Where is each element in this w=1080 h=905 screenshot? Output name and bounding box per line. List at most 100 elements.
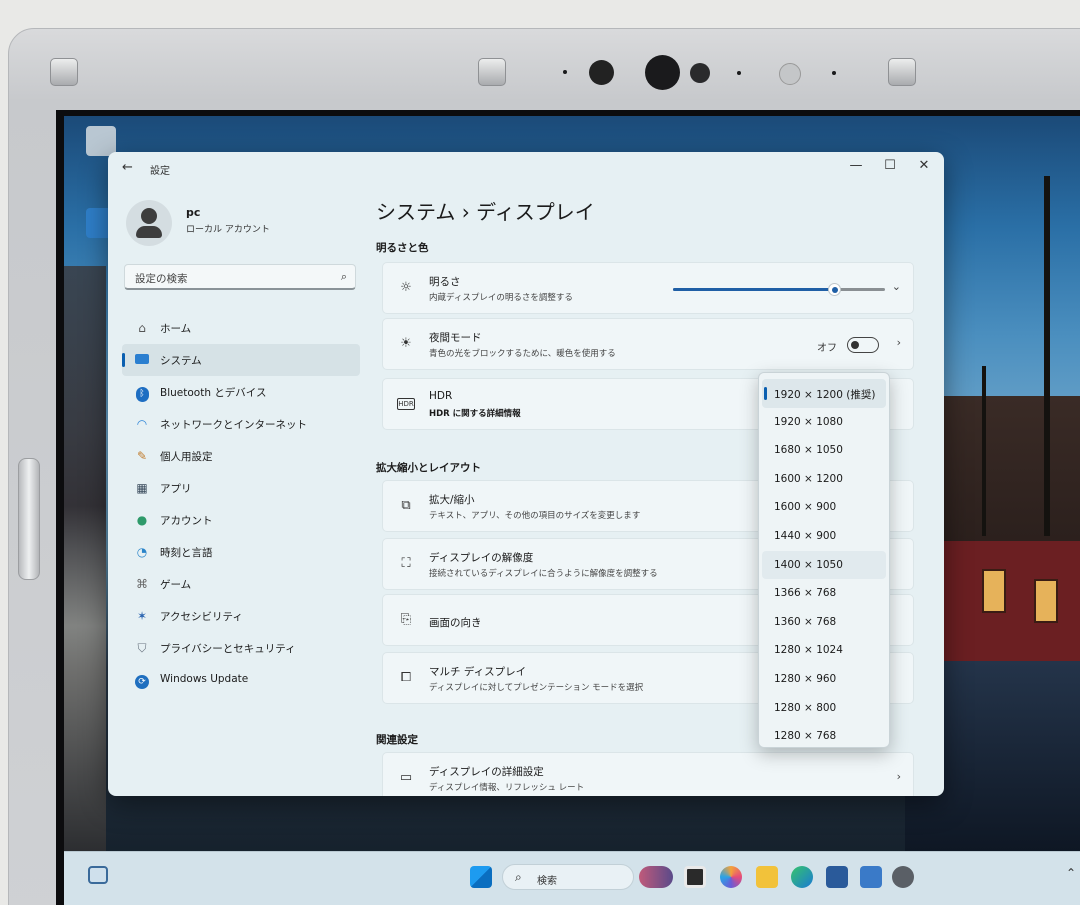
apps-icon: ▦ [136, 481, 148, 495]
resolution-dropdown[interactable]: 1920 × 1200 (推奨) 1920 × 1080 1680 × 1050… [758, 372, 890, 748]
wallpaper-building [920, 396, 1080, 556]
resolution-option[interactable]: 1600 × 900 [762, 493, 886, 522]
brightness-slider-fill [673, 288, 835, 291]
settings-gear-icon[interactable] [892, 866, 914, 888]
profile-name: pc [186, 206, 201, 219]
sidebar-item-label: システム [160, 355, 202, 367]
resolution-option[interactable]: 1400 × 1050 [762, 550, 886, 580]
boat-window [1034, 579, 1058, 623]
scale-subtitle: テキスト、アプリ、その他の項目のサイズを変更します [429, 511, 641, 521]
brightness-slider[interactable] [673, 283, 885, 296]
chevron-right-icon[interactable]: › [897, 336, 901, 349]
sidebar-item-label: アプリ [160, 483, 192, 495]
resolution-option-label: 1280 × 800 [774, 701, 837, 714]
sidebar-item-system[interactable]: システム [122, 344, 360, 376]
wallpaper-tree [1044, 176, 1050, 536]
sidebar-item-label: ネットワークとインターネット [160, 419, 307, 431]
bluetooth-icon: ᛒ [134, 384, 150, 402]
file-explorer-icon[interactable] [756, 866, 778, 888]
chevron-up-icon[interactable]: ⌃ [1066, 866, 1076, 880]
resolution-option[interactable]: 1280 × 1024 [762, 636, 886, 665]
widgets-icon[interactable] [88, 866, 108, 884]
sidebar-item-label: 時刻と言語 [160, 547, 213, 559]
mic-dot [737, 71, 741, 75]
section-scale-layout: 拡大縮小とレイアウト [376, 462, 481, 474]
wallpaper-left [64, 266, 106, 866]
night-light-state: オフ [817, 343, 837, 354]
night-light-icon: ☀ [400, 336, 412, 351]
back-arrow-icon[interactable]: ← [122, 160, 133, 175]
app-icon[interactable] [860, 866, 882, 888]
resolution-option[interactable]: 1920 × 1200 (推奨) [762, 379, 886, 408]
sidebar-item-windows-update[interactable]: ⟳ Windows Update [122, 664, 360, 696]
sidebar-item-accessibility[interactable]: ✶ アクセシビリティ [122, 600, 360, 632]
sidebar-item-time-language[interactable]: ◔ 時刻と言語 [122, 536, 360, 568]
person-icon: ● [136, 513, 148, 527]
sidebar-item-gaming[interactable]: ⌘ ゲーム [122, 568, 360, 600]
search-input[interactable]: 設定の検索 ⌕ [124, 264, 356, 290]
ir-emitter [690, 63, 710, 83]
resolution-option[interactable]: 1600 × 1200 [762, 465, 886, 494]
profile[interactable]: pc ローカル アカウント [126, 200, 366, 250]
home-icon: ⌂ [138, 321, 146, 335]
task-view-icon[interactable] [684, 866, 706, 888]
sidebar-item-privacy[interactable]: ⛉ プライバシーとセキュリティ [122, 632, 360, 664]
boat-window [982, 569, 1006, 613]
resolution-option-label: 1400 × 1050 [774, 558, 843, 571]
sidebar-item-personalization[interactable]: ✎ 個人用設定 [122, 440, 360, 472]
brightness-slider-thumb[interactable] [828, 283, 842, 296]
hdr-info-link[interactable]: HDR に関する詳細情報 [429, 407, 521, 419]
resolution-option[interactable]: 1920 × 1080 [762, 408, 886, 437]
bezel-sensor-block [478, 58, 506, 86]
resolution-option[interactable]: 1366 × 768 [762, 579, 886, 608]
sidebar-item-apps[interactable]: ▦ アプリ [122, 472, 360, 504]
night-light-toggle[interactable] [847, 337, 879, 353]
store-icon[interactable] [826, 866, 848, 888]
monitor-icon [134, 352, 150, 368]
sidebar-item-accounts[interactable]: ● アカウント [122, 504, 360, 536]
resolution-option-label: 1280 × 960 [774, 672, 837, 685]
orientation-icon: ⎘ [400, 612, 412, 627]
resolution-option[interactable]: 1280 × 960 [762, 665, 886, 694]
chevron-down-icon[interactable]: ⌄ [892, 280, 901, 293]
advanced-display-card[interactable]: ▭ ディスプレイの詳細設定 ディスプレイ情報、リフレッシュ レート › [382, 752, 914, 796]
chevron-right-icon[interactable]: › [897, 770, 901, 783]
resolution-subtitle: 接続されているディスプレイに合うように解像度を調整する [429, 569, 658, 579]
scale-icon: ⧉ [401, 498, 411, 513]
webcam-lens [645, 55, 680, 90]
copilot-people-icon[interactable] [639, 866, 673, 888]
resolution-option[interactable]: 1440 × 900 [762, 522, 886, 551]
start-button[interactable] [470, 866, 492, 888]
ir-sensor [589, 60, 614, 85]
brightness-card[interactable]: ☼ 明るさ 内蔵ディスプレイの明るさを調整する ⌄ [382, 262, 914, 314]
resolution-option[interactable]: 1280 × 768 [762, 722, 886, 747]
taskbar-search[interactable]: ⌕ 検索 [502, 864, 634, 890]
resolution-option[interactable]: 1360 × 768 [762, 608, 886, 637]
copilot-icon[interactable] [720, 866, 742, 888]
sidebar-nav: ⌂ ホーム システム ᛒ Bluetooth とデバイス ◠ ネットワークとイン… [122, 312, 360, 696]
resolution-option-label: 1440 × 900 [774, 529, 837, 542]
resolution-option[interactable]: 1680 × 1050 [762, 436, 886, 465]
sidebar-item-label: プライバシーとセキュリティ [160, 643, 296, 655]
taskbar: ⌕ 検索 ⌃ [64, 851, 1080, 905]
taskbar-search-label: 検索 [537, 876, 557, 887]
hdr-title: HDR [429, 390, 453, 402]
sidebar-item-label: Bluetooth とデバイス [160, 387, 267, 399]
resolution-option-label: 1360 × 768 [774, 615, 837, 628]
resolution-icon: ⛶ [401, 556, 411, 571]
night-light-card[interactable]: ☀ 夜間モード 青色の光をブロックするために、暖色を使用する オフ › [382, 318, 914, 370]
multi-display-subtitle: ディスプレイに対してプレゼンテーション モードを選択 [429, 683, 644, 693]
brightness-title: 明るさ [429, 276, 461, 288]
resolution-option-label: 1600 × 1200 [774, 472, 843, 485]
multi-display-title: マルチ ディスプレイ [429, 666, 527, 678]
advanced-display-subtitle: ディスプレイ情報、リフレッシュ レート [429, 783, 585, 793]
edge-icon[interactable] [791, 866, 813, 888]
night-light-title: 夜間モード [429, 332, 482, 344]
gamepad-icon: ⌘ [136, 577, 148, 591]
sidebar-item-bluetooth[interactable]: ᛒ Bluetooth とデバイス [122, 376, 360, 408]
wifi-icon: ◠ [136, 417, 148, 431]
resolution-option[interactable]: 1280 × 800 [762, 694, 886, 723]
sidebar-item-home[interactable]: ⌂ ホーム [122, 312, 360, 344]
sidebar-item-network[interactable]: ◠ ネットワークとインターネット [122, 408, 360, 440]
sidebar-item-label: 個人用設定 [160, 451, 213, 463]
